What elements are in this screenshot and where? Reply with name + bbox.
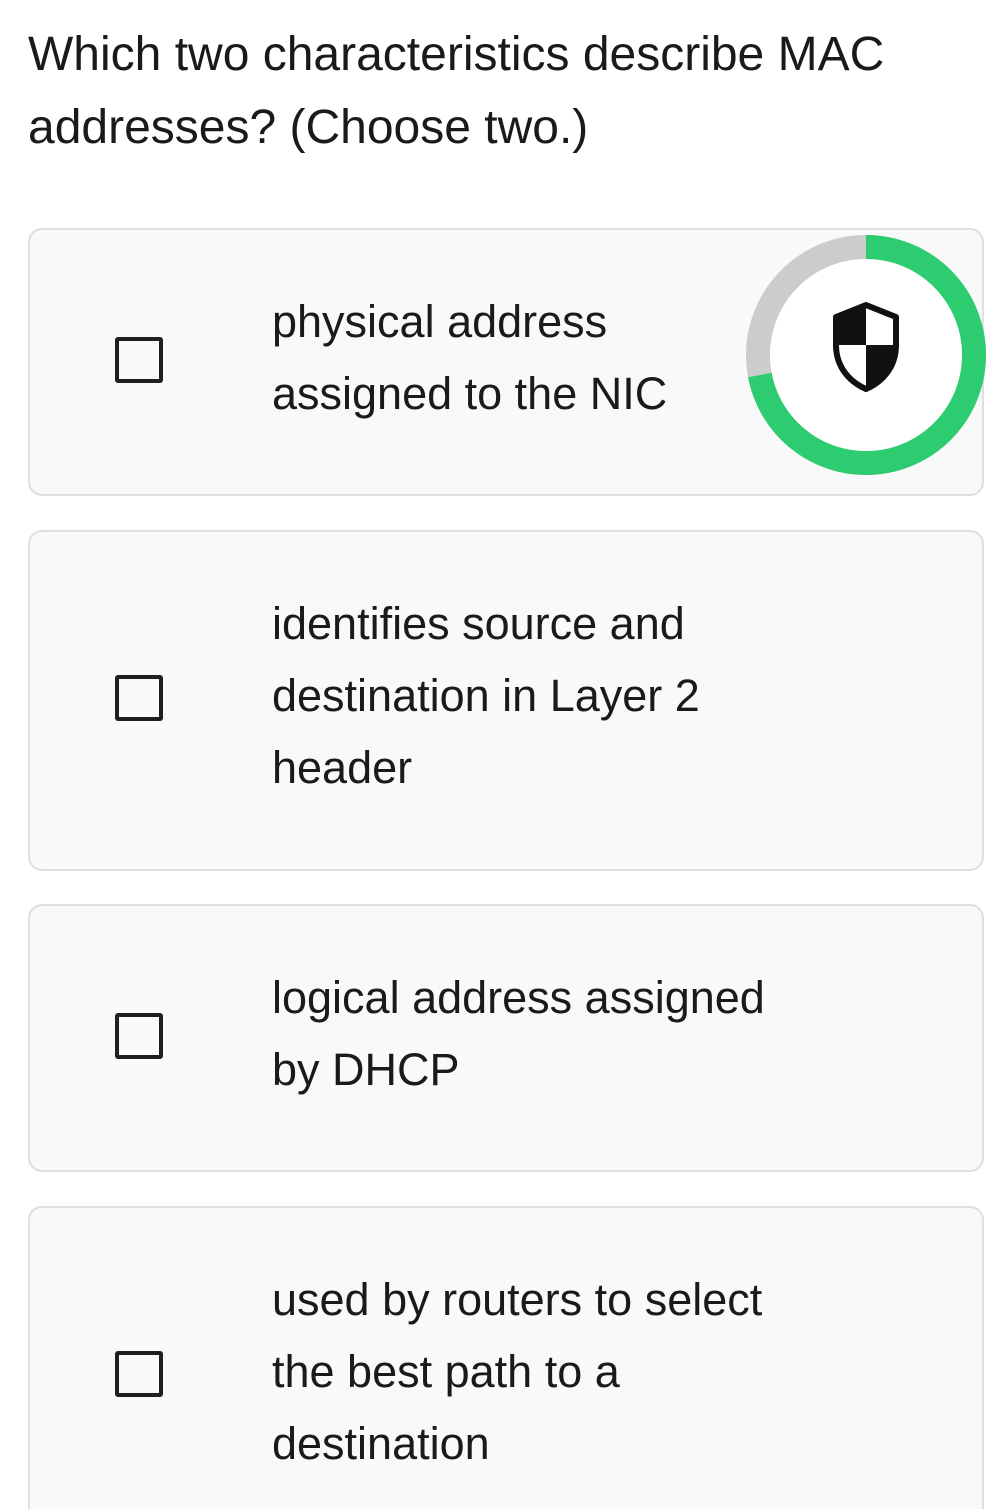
question-text: Which two characteristics describe MAC a… xyxy=(28,28,885,154)
option-2-label: identifies source and destination in Lay… xyxy=(272,598,700,793)
option-3-label: logical address assigned by DHCP xyxy=(272,972,765,1095)
option-4[interactable]: used by routers to select the best path … xyxy=(28,1206,984,1509)
option-3[interactable]: logical address assigned by DHCP xyxy=(28,904,984,1172)
option-2-checkbox[interactable] xyxy=(115,675,163,721)
option-4-label: used by routers to select the best path … xyxy=(272,1274,763,1469)
option-1-label: physical address assigned to the NIC xyxy=(272,296,668,419)
option-2[interactable]: identifies source and destination in Lay… xyxy=(28,530,984,871)
option-3-checkbox[interactable] xyxy=(115,1013,163,1059)
option-1-checkbox[interactable] xyxy=(115,337,163,383)
option-4-checkbox[interactable] xyxy=(115,1351,163,1397)
shield-icon xyxy=(833,302,899,392)
security-progress-badge[interactable] xyxy=(746,235,986,475)
